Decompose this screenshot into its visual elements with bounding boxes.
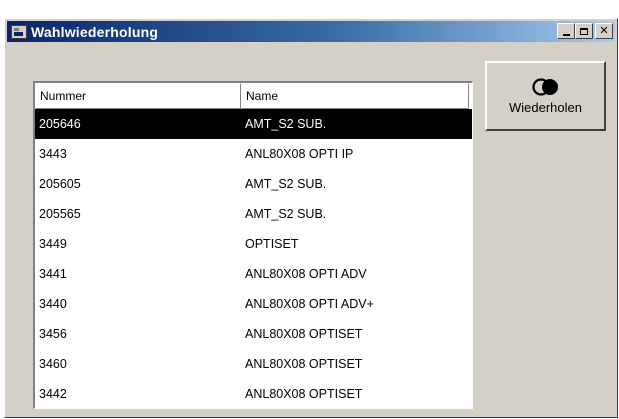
- close-button[interactable]: ✕: [595, 23, 613, 39]
- list-row[interactable]: 3443 ANL80X08 OPTI IP: [35, 139, 472, 169]
- list-row[interactable]: 3440 ANL80X08 OPTI ADV+: [35, 289, 472, 319]
- list-row[interactable]: 3442 ANL80X08 OPTISET: [35, 379, 472, 408]
- repeat-button-label: Wiederholen: [509, 99, 582, 115]
- list-row[interactable]: 3460 ANL80X08 OPTISET: [35, 349, 472, 379]
- redial-window: Wahlwiederholung ✕ Nummer Name 205646 AMT…: [4, 18, 618, 418]
- cell-number: 3442: [39, 387, 67, 401]
- cell-name: OPTISET: [245, 237, 299, 251]
- list-rows: 205646 AMT_S2 SUB. 3443 ANL80X08 OPTI IP 205…: [35, 109, 472, 408]
- window-controls: ✕: [557, 23, 613, 39]
- list-header: Nummer Name: [35, 83, 472, 109]
- cell-name: ANL80X08 OPTISET: [245, 327, 363, 341]
- repeat-button[interactable]: Wiederholen: [485, 61, 606, 131]
- cell-number: 3440: [39, 297, 67, 311]
- maximize-button[interactable]: [575, 23, 593, 39]
- cell-number: 3449: [39, 237, 67, 251]
- list-row[interactable]: 3441 ANL80X08 OPTI ADV: [35, 259, 472, 289]
- maximize-icon: [580, 27, 588, 35]
- cell-number: 205565: [39, 207, 81, 221]
- window-title: Wahlwiederholung: [31, 23, 159, 40]
- minimize-icon: [562, 33, 570, 36]
- cell-name: ANL80X08 OPTISET: [245, 387, 363, 401]
- cell-number: 3456: [39, 327, 67, 341]
- list-row[interactable]: 3449 OPTISET: [35, 229, 472, 259]
- list-row[interactable]: 205646 AMT_S2 SUB.: [35, 109, 472, 139]
- close-icon: ✕: [599, 24, 609, 37]
- list-row[interactable]: 205605 AMT_S2 SUB.: [35, 169, 472, 199]
- cell-number: 3443: [39, 147, 67, 161]
- cell-name: ANL80X08 OPTI ADV+: [245, 297, 374, 311]
- cell-number: 3460: [39, 357, 67, 371]
- column-header-number[interactable]: Nummer: [35, 83, 241, 109]
- redial-list[interactable]: Nummer Name 205646 AMT_S2 SUB. 3443 ANL80X0…: [33, 81, 473, 409]
- list-row[interactable]: 3456 ANL80X08 OPTISET: [35, 319, 472, 349]
- title-bar[interactable]: Wahlwiederholung ✕: [7, 21, 615, 42]
- cell-number: 205605: [39, 177, 81, 191]
- cell-number: 205646: [39, 117, 81, 131]
- cell-number: 3441: [39, 267, 67, 281]
- minimize-button[interactable]: [557, 23, 575, 39]
- cell-name: ANL80X08 OPTISET: [245, 357, 363, 371]
- app-icon: [11, 24, 27, 39]
- column-header-name[interactable]: Name: [241, 83, 469, 109]
- cell-name: ANL80X08 OPTI ADV: [245, 267, 367, 281]
- list-row[interactable]: 205565 AMT_S2 SUB.: [35, 199, 472, 229]
- cell-name: AMT_S2 SUB.: [245, 117, 327, 131]
- cell-name: AMT_S2 SUB.: [245, 207, 327, 221]
- cell-name: ANL80X08 OPTI IP: [245, 147, 354, 161]
- cell-name: AMT_S2 SUB.: [245, 177, 327, 191]
- redial-icon: [531, 77, 558, 96]
